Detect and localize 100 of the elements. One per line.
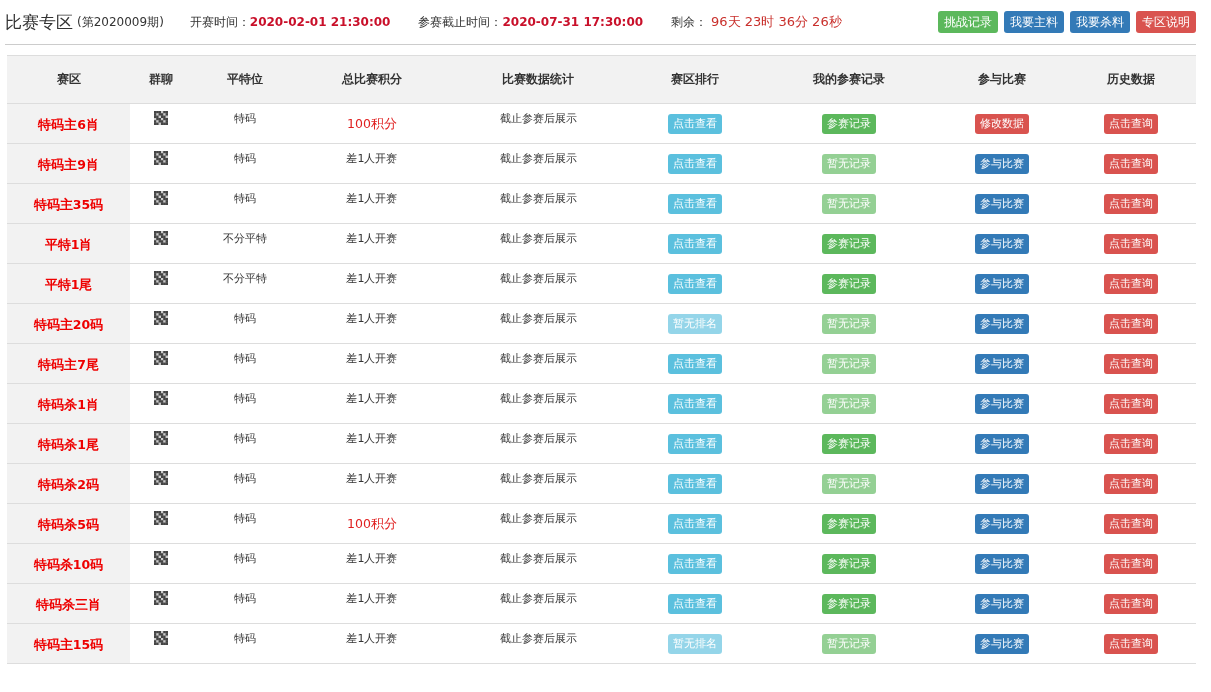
qr-code-icon[interactable] <box>154 310 169 325</box>
ranking-button[interactable]: 点击查看 <box>668 473 723 494</box>
join-button[interactable]: 参与比赛 <box>974 273 1029 294</box>
stats-cell: 截止参赛后展示 <box>446 383 631 424</box>
start-time-label: 开赛时间： <box>189 13 250 31</box>
record-button[interactable]: 参赛记录 <box>821 273 876 294</box>
record-button[interactable]: 参赛记录 <box>821 593 876 614</box>
qr-code-icon[interactable] <box>154 430 169 445</box>
deadline-value: 2020-07-31 17:30:00 <box>502 15 644 29</box>
qr-code-icon[interactable] <box>154 470 169 485</box>
column-header: 我的参赛记录 <box>760 55 938 104</box>
history-button[interactable]: 点击查询 <box>1104 273 1159 294</box>
history-button[interactable]: 点击查询 <box>1104 153 1159 174</box>
history-button[interactable]: 点击查询 <box>1104 193 1159 214</box>
period-label: (第2020009期) <box>77 13 164 31</box>
record-button[interactable]: 参赛记录 <box>821 233 876 254</box>
join-button[interactable]: 参与比赛 <box>974 153 1029 174</box>
qr-code-icon[interactable] <box>154 390 169 405</box>
ranking-button[interactable]: 点击查看 <box>668 233 723 254</box>
join-button[interactable]: 参与比赛 <box>974 633 1029 654</box>
history-button[interactable]: 点击查询 <box>1104 633 1159 654</box>
history-button[interactable]: 点击查询 <box>1104 473 1159 494</box>
score-cell: 100积分 <box>297 103 447 144</box>
header-button[interactable]: 我要杀料 <box>1070 11 1130 33</box>
join-button[interactable]: 参与比赛 <box>974 193 1029 214</box>
history-button[interactable]: 点击查询 <box>1104 393 1159 414</box>
zone-name-cell: 特码主35码 <box>7 183 130 224</box>
join-button[interactable]: 参与比赛 <box>974 513 1029 534</box>
ranking-button[interactable]: 点击查看 <box>668 353 723 374</box>
score-cell: 100积分 <box>297 503 447 544</box>
score-cell: 差1人开赛 <box>297 263 447 304</box>
record-button[interactable]: 参赛记录 <box>821 553 876 574</box>
position-cell: 不分平特 <box>192 223 298 264</box>
qr-code-icon[interactable] <box>154 230 169 245</box>
column-header: 参与比赛 <box>937 55 1067 104</box>
join-button[interactable]: 修改数据 <box>974 113 1029 134</box>
join-button[interactable]: 参与比赛 <box>974 393 1029 414</box>
join-button[interactable]: 参与比赛 <box>974 353 1029 374</box>
join-button[interactable]: 参与比赛 <box>974 473 1029 494</box>
qr-code-icon[interactable] <box>154 350 169 365</box>
score-cell: 差1人开赛 <box>297 343 447 384</box>
column-header: 历史数据 <box>1066 55 1196 104</box>
history-button[interactable]: 点击查询 <box>1104 313 1159 334</box>
ranking-button[interactable]: 点击查看 <box>668 553 723 574</box>
record-button[interactable]: 参赛记录 <box>821 513 876 534</box>
score-cell: 差1人开赛 <box>297 463 447 504</box>
history-button[interactable]: 点击查询 <box>1104 233 1159 254</box>
stats-cell: 截止参赛后展示 <box>446 263 631 304</box>
qr-code-icon[interactable] <box>154 510 169 525</box>
qr-code-icon[interactable] <box>154 190 169 205</box>
position-cell: 特码 <box>192 103 298 144</box>
qr-code-icon[interactable] <box>154 110 169 125</box>
start-time-value: 2020-02-01 21:30:00 <box>249 15 391 29</box>
position-cell: 特码 <box>192 503 298 544</box>
ranking-button[interactable]: 点击查看 <box>668 113 723 134</box>
position-cell: 特码 <box>192 183 298 224</box>
join-button[interactable]: 参与比赛 <box>974 553 1029 574</box>
position-cell: 特码 <box>192 623 298 664</box>
qr-code-icon[interactable] <box>154 550 169 565</box>
column-header: 赛区 <box>7 55 130 104</box>
qr-code-icon[interactable] <box>154 630 169 645</box>
join-button[interactable]: 参与比赛 <box>974 313 1029 334</box>
record-button[interactable]: 参赛记录 <box>821 433 876 454</box>
history-button[interactable]: 点击查询 <box>1104 353 1159 374</box>
ranking-button[interactable]: 点击查看 <box>668 513 723 534</box>
remaining-label: 剩余： <box>671 13 708 31</box>
ranking-button[interactable]: 点击查看 <box>668 273 723 294</box>
header-button[interactable]: 专区说明 <box>1136 11 1196 33</box>
history-button[interactable]: 点击查询 <box>1104 113 1159 134</box>
ranking-button[interactable]: 点击查看 <box>668 193 723 214</box>
ranking-button[interactable]: 点击查看 <box>668 593 723 614</box>
ranking-button[interactable]: 点击查看 <box>668 153 723 174</box>
score-cell: 差1人开赛 <box>297 543 447 584</box>
history-button[interactable]: 点击查询 <box>1104 553 1159 574</box>
qr-code-icon[interactable] <box>154 270 169 285</box>
history-button[interactable]: 点击查询 <box>1104 433 1159 454</box>
zone-name-cell: 特码杀5码 <box>7 503 130 544</box>
qr-code-icon[interactable] <box>154 150 169 165</box>
record-button[interactable]: 参赛记录 <box>821 113 876 134</box>
score-cell: 差1人开赛 <box>297 623 447 664</box>
qr-code-icon[interactable] <box>154 590 169 605</box>
stats-cell: 截止参赛后展示 <box>446 183 631 224</box>
position-cell: 不分平特 <box>192 263 298 304</box>
stats-cell: 截止参赛后展示 <box>446 303 631 344</box>
stats-cell: 截止参赛后展示 <box>446 463 631 504</box>
ranking-button[interactable]: 点击查看 <box>668 393 723 414</box>
stats-cell: 截止参赛后展示 <box>446 503 631 544</box>
header-button[interactable]: 我要主料 <box>1004 11 1064 33</box>
ranking-button[interactable]: 点击查看 <box>668 433 723 454</box>
join-button[interactable]: 参与比赛 <box>974 233 1029 254</box>
zone-name-cell: 特码主7尾 <box>7 343 130 384</box>
position-cell: 特码 <box>192 343 298 384</box>
position-cell: 特码 <box>192 543 298 584</box>
join-button[interactable]: 参与比赛 <box>974 593 1029 614</box>
score-cell: 差1人开赛 <box>297 383 447 424</box>
zone-name-cell: 特码主9肖 <box>7 143 130 184</box>
header-button[interactable]: 挑战记录 <box>938 11 998 33</box>
history-button[interactable]: 点击查询 <box>1104 513 1159 534</box>
history-button[interactable]: 点击查询 <box>1104 593 1159 614</box>
join-button[interactable]: 参与比赛 <box>974 433 1029 454</box>
